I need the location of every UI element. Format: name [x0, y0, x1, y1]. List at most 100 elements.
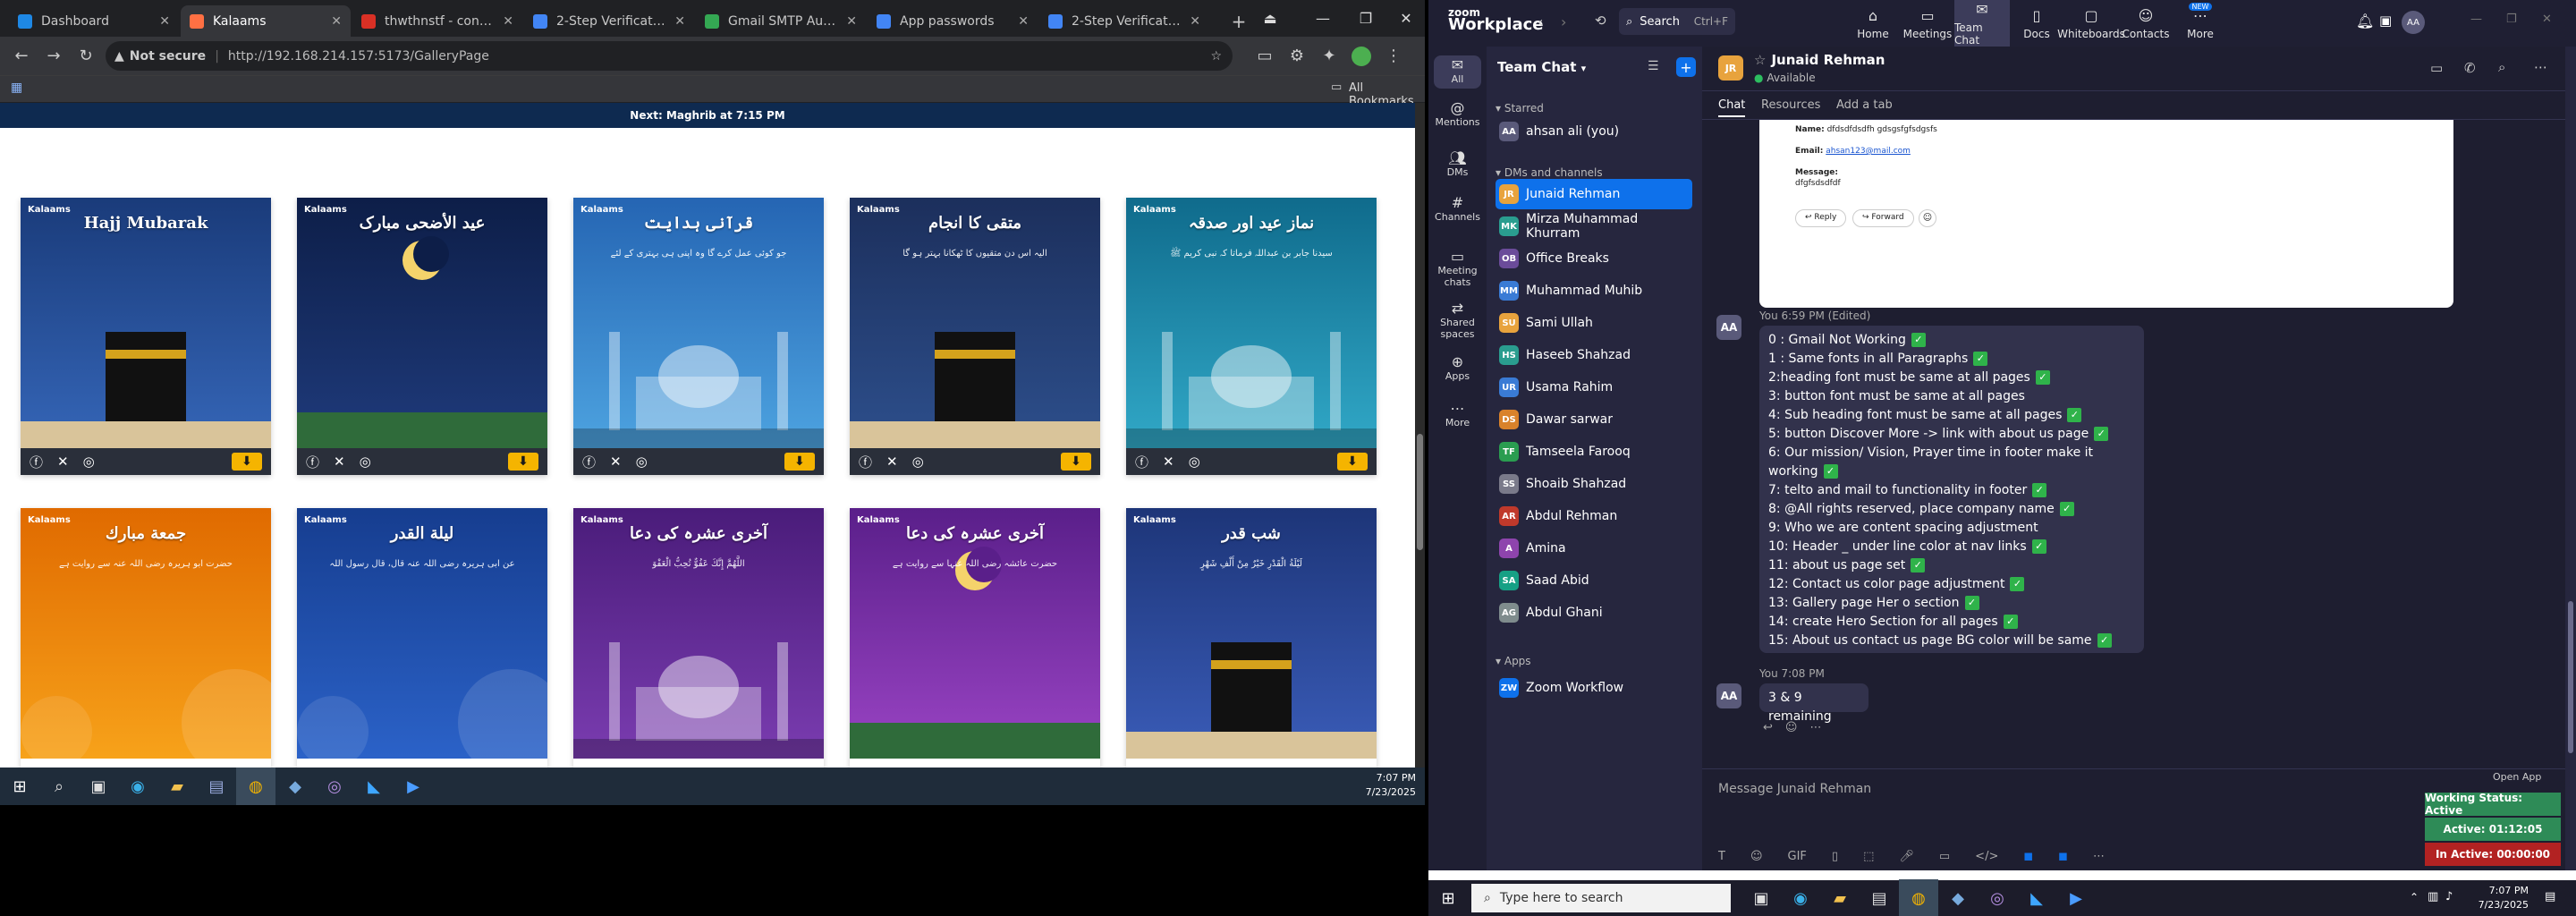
emoji-icon[interactable]: ☺	[1785, 721, 1798, 734]
instagram-icon[interactable]: ◎	[636, 454, 648, 470]
microphone-icon[interactable]: 🎤︎	[1899, 850, 1914, 863]
gallery-poster-image[interactable]: Kalaams عید الأضحی مبارک	[297, 198, 547, 448]
tab-close-icon[interactable]: ✕	[331, 14, 342, 29]
url-text[interactable]: http://192.168.214.157:5173/GalleryPage	[228, 49, 489, 64]
chat-tab-chat[interactable]: Chat	[1718, 98, 1746, 117]
vscode-taskbar-icon[interactable]: ◣	[354, 768, 394, 805]
code-icon[interactable]: </>	[1975, 850, 1998, 863]
browser-tab[interactable]: App passwords ✕	[868, 5, 1038, 37]
gallery-card[interactable]: Kalaams قرآنی ہدایت جو کوئی عمل کرے گا وہ …	[573, 198, 824, 475]
email-reply-button[interactable]: ↩ Reply	[1795, 209, 1847, 227]
download-button[interactable]: ⬇	[1061, 453, 1091, 471]
tab-meetings[interactable]: ▭ Meetings	[1900, 0, 1955, 47]
screenshot-icon[interactable]: ⬚	[1863, 850, 1874, 863]
tab-more[interactable]: ⋯ More NEW	[2173, 0, 2228, 47]
store-icon[interactable]: ▤	[1860, 879, 1899, 916]
tab-team-chat[interactable]: ✉ Team Chat	[1954, 0, 2010, 47]
chrome-taskbar-icon[interactable]: ◍	[236, 768, 275, 805]
new-chat-button[interactable]: +	[1676, 57, 1696, 77]
gallery-poster-image[interactable]: Kalaams جمعة مبارك حضرت ابو ہریرہ رضی اللہ…	[21, 508, 271, 759]
audio-call-icon[interactable]: ✆	[2464, 60, 2476, 76]
x-twitter-icon[interactable]: ✕	[57, 454, 69, 470]
gallery-poster-image[interactable]: Kalaams شب قدر لَيْلَةُ الْقَدْرِ خَيْرٌ م…	[1126, 508, 1377, 759]
address-bar[interactable]: ▲ Not secure | http://192.168.214.157:51…	[106, 41, 1233, 71]
chat-tab-resources[interactable]: Resources	[1761, 98, 1820, 112]
emoji-icon[interactable]: ☺	[1750, 850, 1763, 863]
chrome-taskbar-icon[interactable]: ◍	[1899, 879, 1938, 916]
volume-icon[interactable]: ♪	[2445, 890, 2453, 903]
sidebar-item[interactable]: HS Haseeb Shahzad	[1496, 340, 1692, 370]
sidebar-item[interactable]: TF Tamseela Farooq	[1496, 437, 1692, 467]
app-taskbar-icon[interactable]: ◆	[275, 768, 315, 805]
video-call-icon[interactable]: ▭	[2430, 60, 2443, 76]
sidebar-item[interactable]: OB Office Breaks	[1496, 243, 1692, 274]
gallery-card[interactable]: Kalaams آخری عشرہ کی دعا حضرت عائشہ رضی ال…	[850, 508, 1100, 768]
gallery-poster-image[interactable]: Kalaams متقی کا انجام الیہ اس دن متقیوں کا…	[850, 198, 1100, 448]
instagram-icon[interactable]: ◎	[1189, 454, 1200, 470]
gallery-card[interactable]: Kalaams عید الأضحی مبارک ⓕ ✕ ◎ ⬇	[297, 198, 547, 475]
tab-contacts[interactable]: ☺ Contacts	[2118, 0, 2174, 47]
reply-icon[interactable]: ↩	[1763, 721, 1773, 734]
tab-close-icon[interactable]: ✕	[846, 14, 857, 29]
gallery-poster-image[interactable]: Kalaams Hajj Mubarak	[21, 198, 271, 448]
rail-item-meeting-chats[interactable]: ▭ Meeting chats	[1428, 250, 1487, 289]
instagram-icon[interactable]: ◎	[360, 454, 371, 470]
app-icon[interactable]: ◼	[2023, 850, 2033, 863]
facebook-icon[interactable]: ⓕ	[306, 453, 319, 471]
chat-contact-avatar[interactable]: JR	[1718, 55, 1743, 81]
maximize-icon[interactable]: ❐	[1344, 0, 1387, 37]
sidebar-item[interactable]: AG Abdul Ghani	[1496, 598, 1692, 628]
zoom-minimize-icon[interactable]: —	[2470, 13, 2482, 26]
windows-start-icon[interactable]: ⊞	[0, 768, 39, 805]
task-view-icon[interactable]: ▣	[1741, 879, 1781, 916]
x-twitter-icon[interactable]: ✕	[886, 454, 898, 470]
sidebar-item[interactable]: A Amina	[1496, 533, 1692, 564]
message-input[interactable]: Message Junaid Rehman	[1718, 782, 1871, 796]
back-icon[interactable]: ←	[5, 40, 38, 72]
chat-more-icon[interactable]: ⋯	[2534, 59, 2547, 75]
gallery-card[interactable]: Kalaams Hajj Mubarak ⓕ ✕ ◎ ⬇	[21, 198, 271, 475]
email-emoji-icon[interactable]: ☺	[1919, 209, 1936, 227]
rail-item-all[interactable]: ✉ All	[1434, 55, 1481, 89]
rail-item-mentions[interactable]: @ Mentions	[1428, 101, 1487, 129]
instagram-icon[interactable]: ◎	[83, 454, 95, 470]
apps-section[interactable]: ▾ Apps	[1496, 655, 1531, 667]
gallery-card[interactable]: Kalaams نماز عید اور صدقہ سیدنا جابر بن عب…	[1126, 198, 1377, 475]
browser-tab[interactable]: Kalaams ✕	[181, 5, 351, 37]
page-scrollbar[interactable]	[1415, 103, 1425, 768]
zoom-avatar[interactable]: AA	[2402, 11, 2425, 34]
scrollbar-thumb[interactable]	[1417, 434, 1423, 550]
notification-bell-icon[interactable]: 🔔︎	[2356, 13, 2374, 30]
task-view-icon[interactable]: ▣	[79, 768, 118, 805]
sidebar-item[interactable]: DS Dawar sarwar	[1496, 404, 1692, 435]
taskbar-search-icon[interactable]: ⌕	[39, 768, 79, 805]
zoom-close-icon[interactable]: ✕	[2542, 13, 2552, 26]
app-icon[interactable]: ◼	[2058, 850, 2068, 863]
gallery-poster-image[interactable]: Kalaams آخری عشرہ کی دعا حضرت عائشہ رضی ال…	[850, 508, 1100, 759]
sidebar-item[interactable]: AR Abdul Rehman	[1496, 501, 1692, 531]
more-icon[interactable]: ⋯	[1809, 721, 1821, 734]
bookmark-star-icon[interactable]: ☆	[1210, 49, 1222, 64]
sidebar-item[interactable]: UR Usama Rahim	[1496, 372, 1692, 403]
sidebar-item[interactable]: SS Shoaib Shahzad	[1496, 469, 1692, 499]
github-desktop-icon[interactable]: ◎	[1978, 879, 2017, 916]
zoom-taskbar-icon[interactable]: ▶	[394, 768, 433, 805]
gallery-poster-image[interactable]: Kalaams آخری عشرہ کی دعا اللَّهُمَّ إِنَّك…	[573, 508, 824, 759]
profile-avatar-icon[interactable]	[1345, 40, 1377, 72]
download-button[interactable]: ⬇	[508, 453, 538, 471]
chat-scrollbar[interactable]	[2565, 47, 2576, 870]
taskbar-search-box[interactable]: ⌕ Type here to search	[1471, 884, 1731, 912]
sidebar-item[interactable]: SU Sami Ullah	[1496, 308, 1692, 338]
zoom-maximize-icon[interactable]: ❐	[2506, 13, 2517, 26]
email-forward-button[interactable]: ↪ Forward	[1852, 209, 1914, 227]
message-bubble[interactable]: 0 : Gmail Not Working ✓ 1 : Same fonts in …	[1759, 326, 2144, 653]
chat-contact-name[interactable]: ☆ Junaid Rehman	[1754, 52, 1885, 68]
download-button[interactable]: ⬇	[784, 453, 815, 471]
message-bubble[interactable]: 3 & 9 remaining	[1759, 683, 1868, 724]
open-app-label[interactable]: Open App	[2493, 771, 2541, 783]
facebook-icon[interactable]: ⓕ	[1135, 453, 1148, 471]
sender-avatar[interactable]: AA	[1716, 315, 1741, 340]
facebook-icon[interactable]: ⓕ	[582, 453, 596, 471]
tray-chevron-icon[interactable]: ⌃	[2410, 891, 2419, 903]
apps-grid-icon[interactable]: ▦	[11, 81, 22, 95]
